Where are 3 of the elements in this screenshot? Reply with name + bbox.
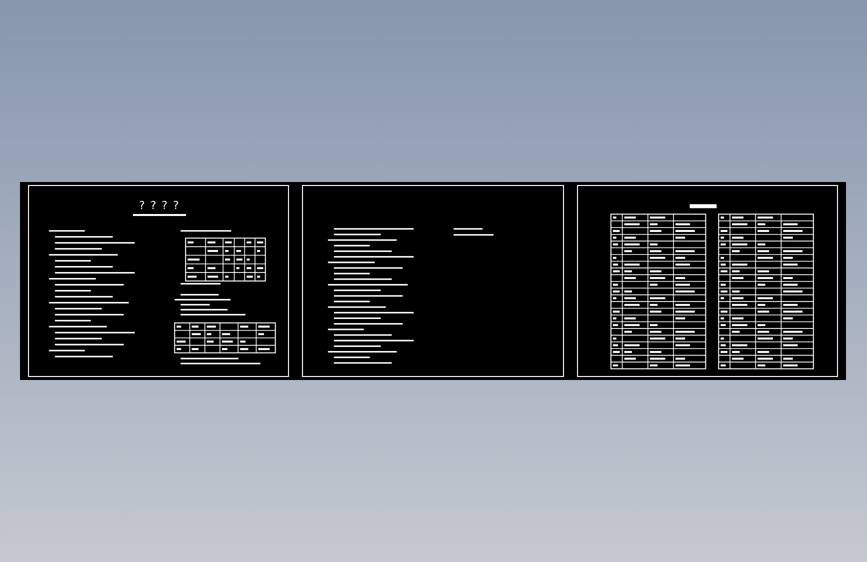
text-lines-drawing (454, 228, 494, 236)
sheet-title: ? ? ? ? (133, 200, 186, 216)
text-lines-drawing (689, 204, 716, 208)
